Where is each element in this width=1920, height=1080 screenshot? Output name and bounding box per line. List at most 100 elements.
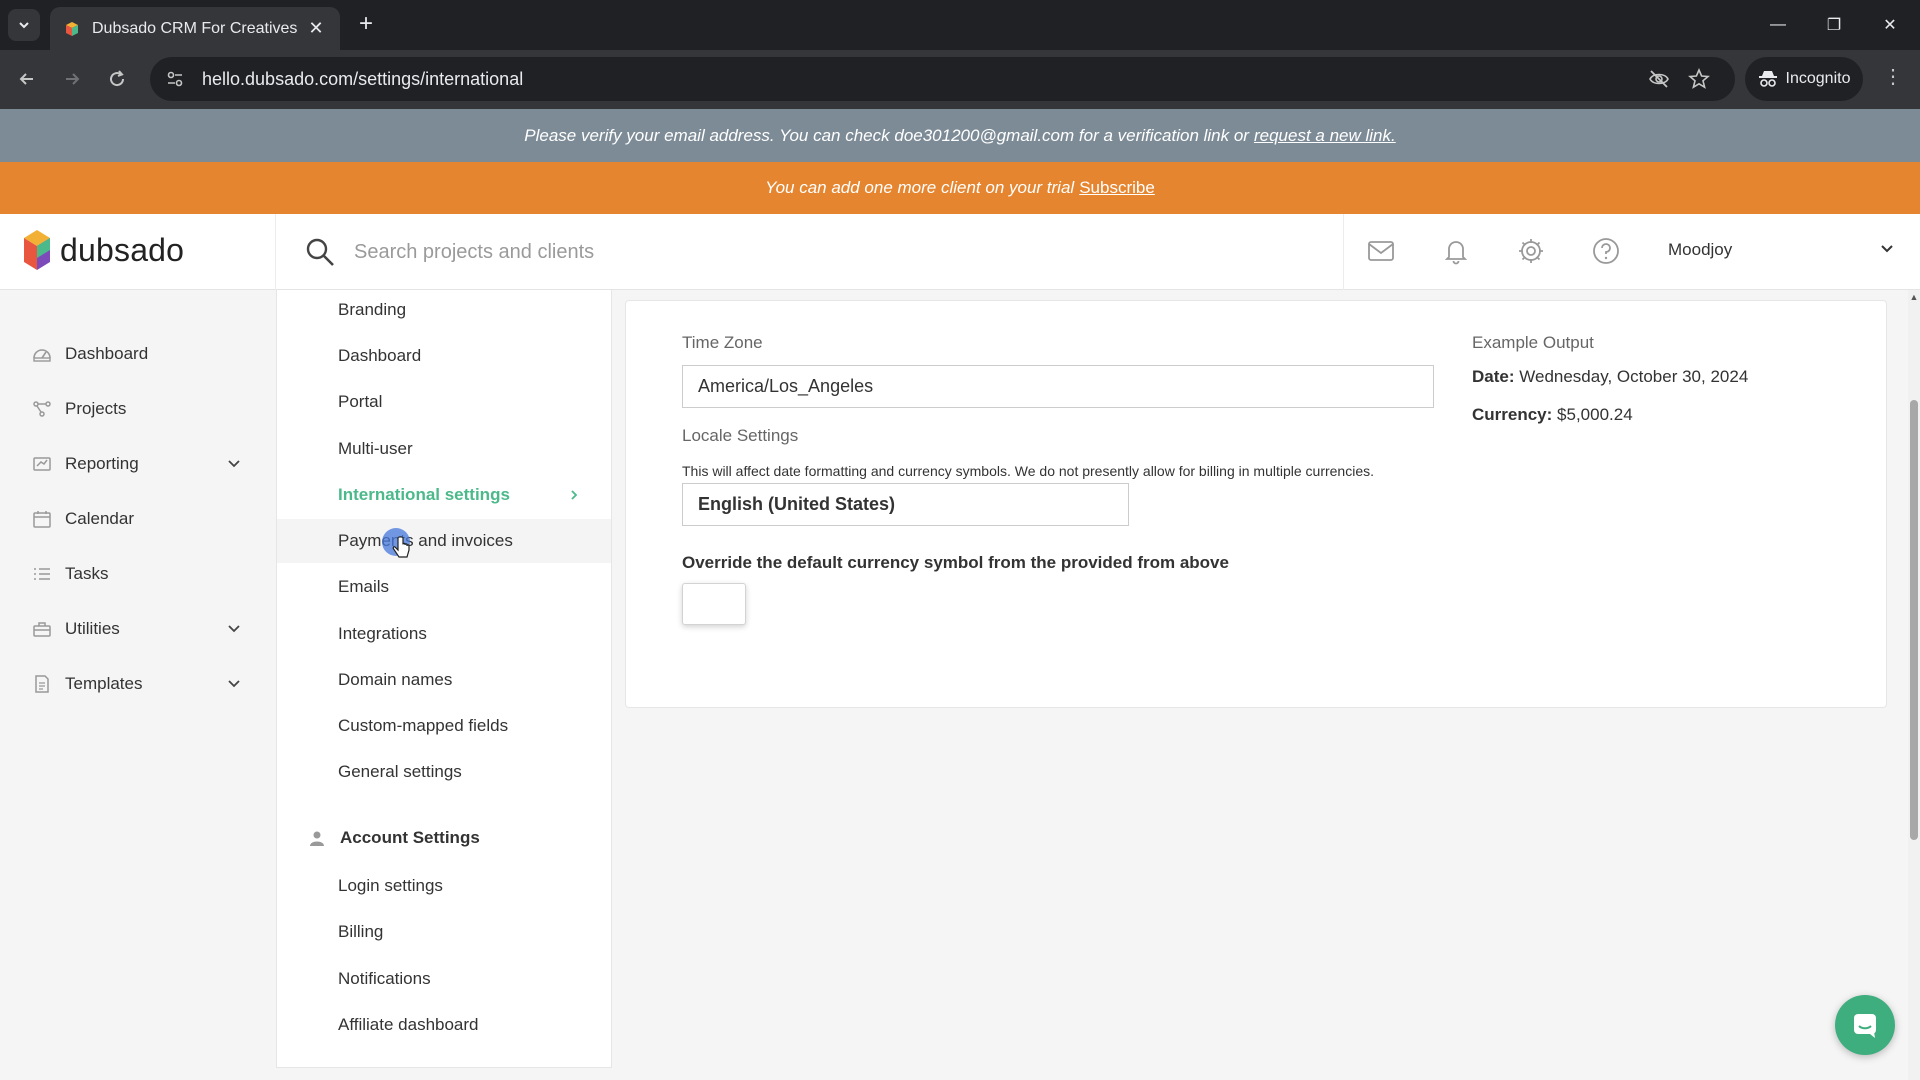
timezone-field[interactable] xyxy=(682,365,1434,408)
dubsado-logo[interactable]: dubsado xyxy=(22,228,184,272)
example-date-label: Date: xyxy=(1472,367,1515,386)
chevron-down-icon[interactable] xyxy=(226,621,242,637)
tab-close-icon[interactable]: ✕ xyxy=(306,18,326,39)
browser-menu-icon[interactable]: ⋮ xyxy=(1880,64,1906,89)
example-currency: Currency: $5,000.24 xyxy=(1472,405,1633,425)
nav-item-tasks[interactable]: Tasks xyxy=(0,552,275,596)
example-currency-label: Currency: xyxy=(1472,405,1553,424)
search-icon[interactable] xyxy=(304,236,336,268)
browser-tabstrip: Dubsado CRM For Creatives ✕ + — ❐ ✕ xyxy=(0,0,1920,50)
chat-icon xyxy=(1854,1014,1876,1038)
override-currency-label: Override the default currency symbol fro… xyxy=(682,553,1229,572)
new-tab-button[interactable]: + xyxy=(352,10,380,38)
subscribe-link[interactable]: Subscribe xyxy=(1079,178,1155,198)
subnav-item-branding[interactable]: Branding xyxy=(277,288,611,332)
subnav-item-international-settings[interactable]: International settings xyxy=(277,473,611,517)
tab-title: Dubsado CRM For Creatives xyxy=(92,19,298,37)
subnav-item-general-settings[interactable]: General settings xyxy=(277,750,611,794)
restore-button[interactable]: ❐ xyxy=(1806,0,1862,50)
back-button[interactable] xyxy=(10,62,44,96)
user-icon xyxy=(310,831,324,846)
subnav-label: International settings xyxy=(338,485,510,504)
subnav-item-dashboard[interactable]: Dashboard xyxy=(277,334,611,378)
nav-item-dashboard[interactable]: Dashboard xyxy=(0,332,275,376)
chevron-down-icon[interactable] xyxy=(226,456,242,472)
nav-item-utilities[interactable]: Utilities xyxy=(0,607,275,651)
help-icon[interactable] xyxy=(1591,236,1621,266)
dubsado-favicon-icon xyxy=(66,21,78,36)
bell-icon[interactable] xyxy=(1441,236,1471,266)
subnav-item-emails[interactable]: Emails xyxy=(277,565,611,609)
subnav-item-integrations[interactable]: Integrations xyxy=(277,612,611,656)
nav-label: Reporting xyxy=(65,454,139,473)
chevron-down-icon[interactable] xyxy=(1878,240,1896,258)
subnav-item-custom-mapped-fields[interactable]: Custom-mapped fields xyxy=(277,704,611,748)
browser-tab[interactable]: Dubsado CRM For Creatives ✕ xyxy=(50,7,340,50)
close-window-button[interactable]: ✕ xyxy=(1862,0,1918,50)
subnav-item-affiliate-dashboard[interactable]: Affiliate dashboard xyxy=(277,1003,611,1047)
forward-button[interactable] xyxy=(55,62,89,96)
brand-wordmark: dubsado xyxy=(60,231,185,268)
chat-launcher-button[interactable] xyxy=(1835,995,1895,1055)
verify-email-banner: Please verify your email address. You ca… xyxy=(0,109,1920,162)
chevron-down-icon[interactable] xyxy=(226,676,242,692)
dashboard-icon xyxy=(33,349,51,362)
projects-icon xyxy=(33,401,51,417)
incognito-label: Incognito xyxy=(1785,70,1851,87)
request-new-link[interactable]: request a new link. xyxy=(1254,126,1396,146)
verify-text: Please verify your email address. You ca… xyxy=(524,125,1249,145)
calendar-icon xyxy=(33,511,51,528)
tab-search-button[interactable] xyxy=(8,9,40,41)
nav-item-templates[interactable]: Templates xyxy=(0,662,275,706)
nav-item-reporting[interactable]: Reporting xyxy=(0,442,275,486)
subnav-item-domain-names[interactable]: Domain names xyxy=(277,658,611,702)
reporting-icon xyxy=(33,457,51,471)
nav-label: Utilities xyxy=(65,619,120,638)
locale-help-text: This will affect date formatting and cur… xyxy=(682,463,1375,479)
timezone-label: Time Zone xyxy=(682,333,763,352)
subnav-item-portal[interactable]: Portal xyxy=(277,380,611,424)
dubsado-logo-icon xyxy=(24,230,50,270)
nav-label: Projects xyxy=(65,399,127,418)
reload-icon xyxy=(110,70,125,87)
back-arrow-icon xyxy=(19,73,33,85)
scrollbar-thumb[interactable] xyxy=(1910,400,1918,840)
nav-label: Calendar xyxy=(65,509,134,528)
subnav-item-login-settings[interactable]: Login settings xyxy=(277,864,611,908)
subnav-item-billing[interactable]: Billing xyxy=(277,910,611,954)
address-bar[interactable]: hello.dubsado.com/settings/international xyxy=(150,57,1735,101)
nav-label: Tasks xyxy=(65,564,109,583)
example-output-heading: Example Output xyxy=(1472,333,1594,352)
incognito-indicator[interactable]: Incognito xyxy=(1745,57,1863,101)
locale-select[interactable] xyxy=(682,483,1129,526)
currency-symbol-input[interactable] xyxy=(682,583,746,625)
nav-label: Templates xyxy=(65,674,143,693)
subnav-item-multi-user[interactable]: Multi-user xyxy=(277,427,611,471)
utilities-icon xyxy=(33,622,51,637)
gear-icon[interactable] xyxy=(1516,236,1546,266)
chevron-down-icon xyxy=(19,22,29,29)
locale-settings-label: Locale Settings xyxy=(682,426,799,445)
account-settings-label: Account Settings xyxy=(340,828,480,847)
templates-icon xyxy=(35,675,49,693)
hand-cursor-icon xyxy=(392,536,410,558)
browser-toolbar: hello.dubsado.com/settings/international… xyxy=(0,50,1920,109)
app-header: dubsado Moodjoy xyxy=(0,214,1920,290)
scroll-up-arrow-icon[interactable]: ▲ xyxy=(1908,292,1920,304)
subnav-item-payments-and-invoices[interactable]: Payments and invoices xyxy=(277,519,611,563)
forward-arrow-icon xyxy=(66,73,80,85)
left-nav: Dashboard Projects Reporting Calendar Ta… xyxy=(0,290,275,1080)
nav-item-projects[interactable]: Projects xyxy=(0,387,275,431)
reload-button[interactable] xyxy=(100,62,134,96)
example-date-value: Wednesday, October 30, 2024 xyxy=(1519,367,1749,386)
mail-icon[interactable] xyxy=(1366,236,1396,266)
search-input[interactable] xyxy=(354,234,1254,270)
user-menu-name[interactable]: Moodjoy xyxy=(1668,240,1732,260)
minimize-button[interactable]: — xyxy=(1750,0,1806,50)
site-info-icon[interactable] xyxy=(164,69,186,89)
subnav-item-notifications[interactable]: Notifications xyxy=(277,957,611,1001)
bookmark-star-icon[interactable] xyxy=(1688,67,1710,95)
nav-item-calendar[interactable]: Calendar xyxy=(0,497,275,541)
eye-off-icon[interactable] xyxy=(1648,68,1670,95)
account-settings-heading: Account Settings xyxy=(277,816,611,860)
